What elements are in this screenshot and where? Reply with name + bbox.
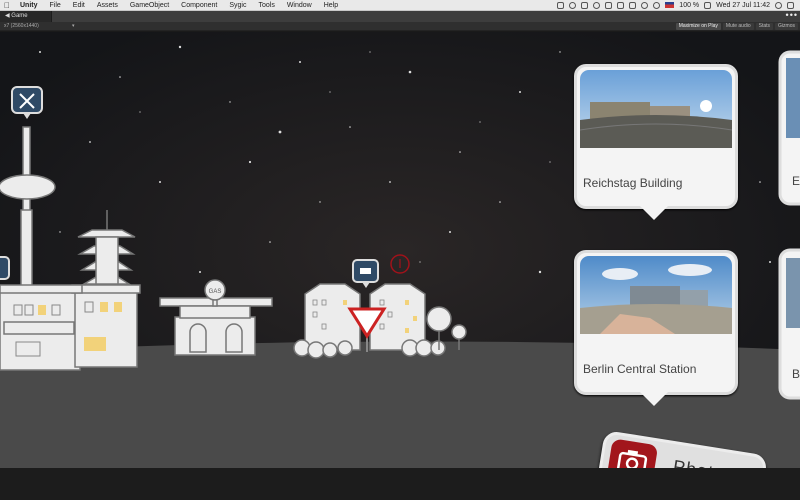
menu-tools[interactable]: Tools: [252, 2, 280, 9]
buildings-left: [0, 284, 141, 371]
card-caption-berlin-central: Berlin Central Station: [583, 362, 697, 376]
game-viewport[interactable]: GAS Reichstag Building Berlin Central St…: [0, 32, 800, 468]
game-tab-icon: ◀: [5, 13, 10, 19]
wifi-icon[interactable]: [653, 1, 661, 9]
menu-help[interactable]: Help: [318, 2, 344, 9]
partial-card-caption: B: [792, 367, 800, 381]
mute-audio-button[interactable]: Mute audio: [722, 23, 754, 30]
menu-app-unity[interactable]: Unity: [14, 2, 44, 9]
gas-sign-text: GAS: [209, 289, 222, 295]
menu-window[interactable]: Window: [281, 2, 318, 9]
mail-icon[interactable]: [581, 1, 589, 9]
tab-game-label: Game: [11, 13, 28, 19]
battery-icon[interactable]: [704, 1, 712, 9]
spotlight-icon[interactable]: [775, 1, 782, 9]
maximize-on-play-button[interactable]: Maximize on Play: [675, 23, 721, 30]
clock-icon[interactable]: [593, 1, 601, 9]
chevron-down-icon[interactable]: ▾: [72, 23, 75, 29]
menu-assets[interactable]: Assets: [91, 2, 124, 9]
menu-sygic[interactable]: Sygic: [223, 2, 252, 9]
menubar-datetime[interactable]: Wed 27 Jul 11:42: [716, 2, 770, 9]
photos-button-label: Photos: [671, 456, 736, 468]
tab-game[interactable]: ◀ Game: [0, 11, 52, 22]
berlin-central-photo: [580, 256, 732, 334]
pane-options-icon[interactable]: •••: [786, 11, 798, 20]
card-pointer: [640, 392, 668, 406]
bottom-strip: [0, 468, 800, 500]
resolution-dropdown[interactable]: x7 (2560x1440): [4, 23, 39, 29]
status-area: 100 % Wed 27 Jul 11:42: [557, 1, 800, 9]
shield-icon[interactable]: [605, 1, 613, 9]
menu-file[interactable]: File: [44, 2, 67, 9]
sync-icon[interactable]: [569, 1, 577, 9]
input-flag-icon[interactable]: [665, 2, 675, 8]
game-view-toolbar: x7 (2560x1440) ▾ Maximize on Play Mute a…: [0, 22, 800, 31]
reichstag-photo: [580, 70, 732, 148]
toolbar-toggles: Maximize on Play Mute audio Stats Gizmos: [675, 23, 798, 30]
notification-center-icon[interactable]: [787, 1, 794, 9]
gizmos-button[interactable]: Gizmos: [775, 23, 798, 30]
game-tab-bar: ◀ Game •••: [0, 11, 800, 22]
apple-logo-icon[interactable]: : [0, 1, 14, 10]
partial-card-caption: E: [792, 174, 800, 188]
dropbox-icon[interactable]: [557, 1, 565, 9]
menu-component[interactable]: Component: [175, 2, 223, 9]
menu-bar:  Unity File Edit Assets GameObject Comp…: [0, 0, 800, 11]
bluetooth-icon[interactable]: [641, 1, 649, 9]
menu-edit[interactable]: Edit: [67, 2, 91, 9]
camera-icon: [606, 438, 659, 468]
card-caption-reichstag: Reichstag Building: [583, 176, 683, 190]
camera-icon[interactable]: [617, 1, 625, 9]
menu-gameobject[interactable]: GameObject: [124, 2, 175, 9]
card-pointer: [640, 206, 668, 220]
stats-button[interactable]: Stats: [755, 23, 774, 30]
battery-percent[interactable]: 100 %: [679, 2, 699, 9]
monitor-icon[interactable]: [629, 1, 637, 9]
